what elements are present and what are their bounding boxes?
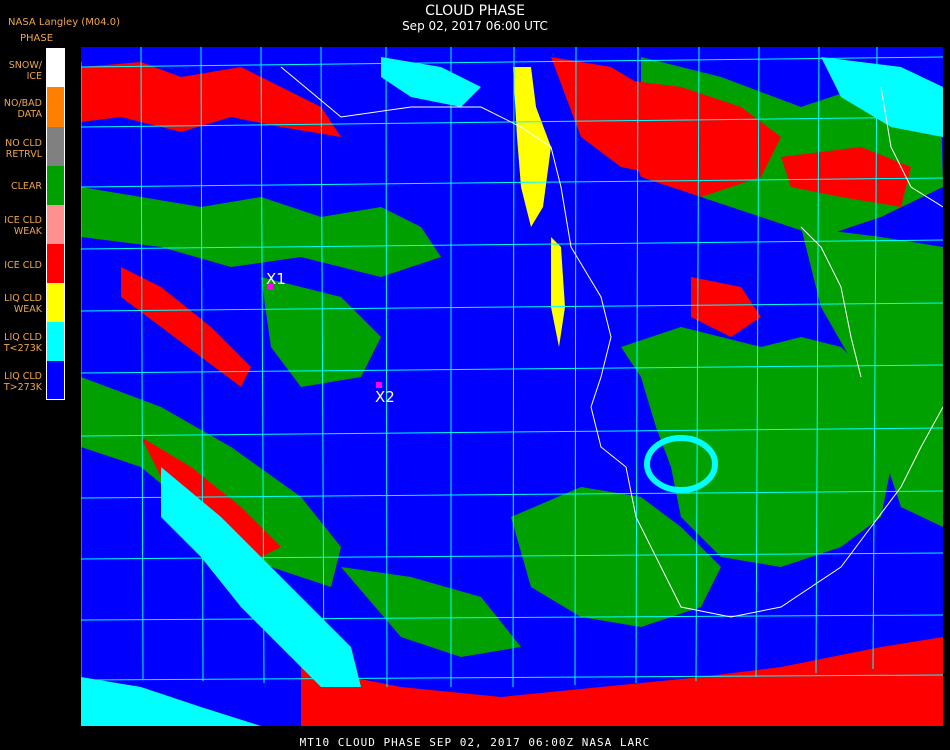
legend-label-snow-ice: SNOW/ ICE	[8, 60, 42, 82]
marker-x1: X1	[266, 270, 286, 290]
legend-swatch-liq-cld-weak	[47, 283, 64, 322]
footer-caption: MT10 CLOUD PHASE SEP 02, 2017 06:00Z NAS…	[299, 736, 651, 749]
legend-title: PHASE	[20, 33, 54, 44]
legend-label-no-cld-retrvl: NO CLD RETRVL	[5, 138, 42, 160]
legend-label-clear: CLEAR	[10, 181, 42, 192]
legend-label-liq-cld-cold: LIQ CLD T<273K	[3, 332, 42, 354]
legend-swatch-snow-ice	[47, 49, 64, 87]
legend-colorbar	[46, 48, 65, 400]
legend-swatch-ice-cld-weak	[47, 205, 64, 244]
page-subtitle: Sep 02, 2017 06:00 UTC	[402, 19, 548, 33]
legend-swatch-no-cld-retrvl	[47, 127, 64, 166]
legend-swatch-no-bad-data	[47, 87, 64, 127]
legend-label-ice-cld: ICE CLD	[4, 260, 42, 271]
page-title: CLOUD PHASE	[425, 3, 525, 19]
marker-x2-label: X2	[375, 388, 395, 406]
legend-label-ice-cld-weak: ICE CLD WEAK	[4, 215, 42, 237]
legend-swatch-clear	[47, 166, 64, 205]
legend-swatch-liq-cld-warm	[47, 361, 64, 399]
marker-x1-label: X1	[266, 270, 286, 288]
legend-label-no-bad-data: NO/BAD DATA	[3, 98, 42, 120]
cloud-phase-map: X1 X2	[81, 47, 943, 726]
legend-swatch-liq-cld-cold	[47, 322, 64, 361]
legend-swatch-ice-cld	[47, 244, 64, 283]
legend-label-liq-cld-weak: LIQ CLD WEAK	[4, 293, 42, 315]
legend-label-liq-cld-warm: LIQ CLD T>273K	[3, 371, 42, 393]
